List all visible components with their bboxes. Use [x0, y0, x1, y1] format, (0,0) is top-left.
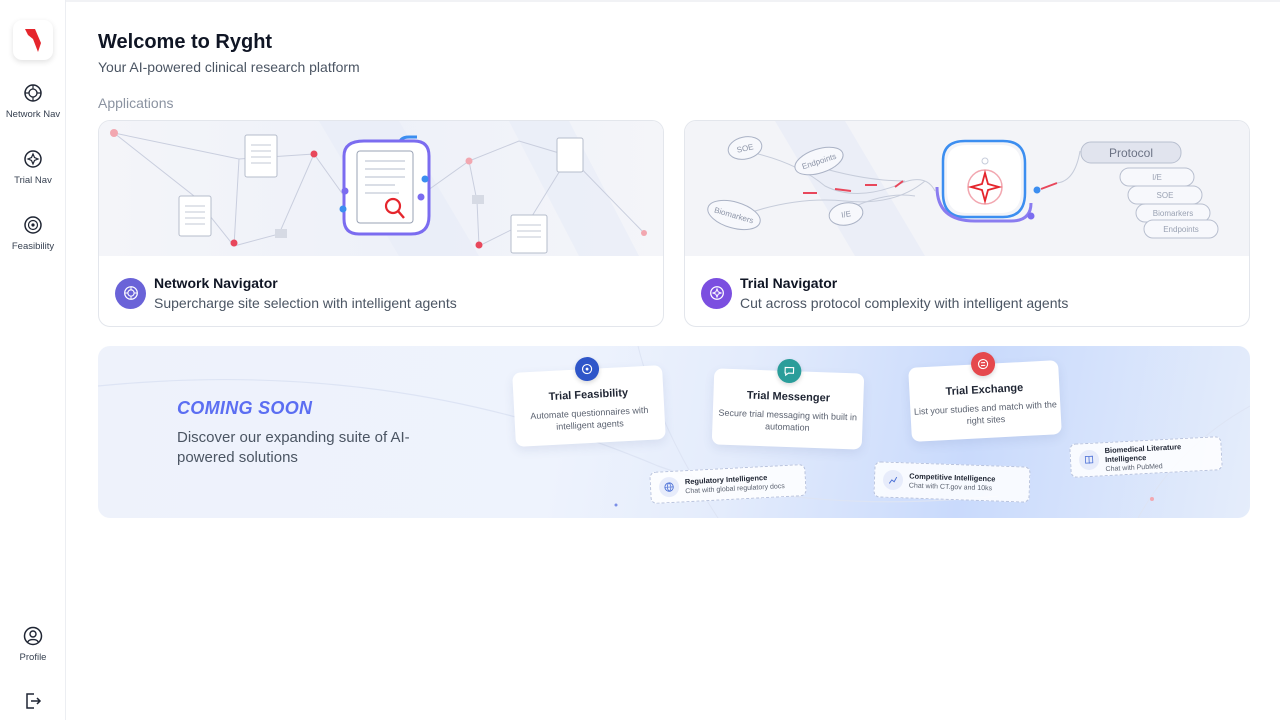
trial-navigator-badge-icon	[701, 277, 732, 309]
network-nav-icon	[22, 82, 44, 104]
chart-icon	[882, 469, 904, 491]
feature-card-trial-feasibility: Trial Feasibility Automate questionnaire…	[512, 356, 666, 447]
trial-navigator-card[interactable]: SOE Endpoints Biomarkers I/E Protocol I/…	[684, 120, 1250, 327]
sidebar-item-label: Trial Nav	[14, 175, 52, 186]
sidebar: Network Nav Trial Nav Feasibility Profil…	[0, 0, 66, 720]
mini-feature-competitive-intelligence: Competitive Intelligence Chat with CT.go…	[873, 461, 1031, 503]
protocol-item: Biomarkers	[1153, 209, 1193, 218]
feature-description: List your studies and match with the rig…	[913, 399, 1058, 426]
protocol-item: SOE	[1157, 191, 1174, 200]
page-subtitle: Your AI-powered clinical research platfo…	[98, 59, 360, 75]
sidebar-item-feasibility[interactable]: Feasibility	[0, 214, 66, 252]
coming-soon-banner: COMING SOON Discover our expanding suite…	[98, 346, 1250, 518]
coming-soon-heading: COMING SOON	[177, 398, 313, 418]
feature-name: Trial Exchange	[945, 381, 1024, 399]
feasibility-icon	[22, 214, 44, 236]
app-card-description: Supercharge site selection with intellig…	[154, 295, 457, 311]
messenger-feature-icon	[776, 358, 802, 384]
page-title: Welcome to Ryght	[98, 31, 273, 53]
network-navigator-badge-icon	[115, 277, 146, 309]
profile-icon	[22, 625, 44, 647]
feature-card-trial-exchange: Trial Exchange List your studies and mat…	[908, 351, 1062, 442]
ryght-logo-icon	[25, 29, 41, 52]
app-card-title: Trial Navigator	[740, 275, 838, 291]
feature-name: Trial Messenger	[746, 389, 831, 405]
bubble-ie: I/E	[840, 209, 851, 220]
sidebar-item-network-nav[interactable]: Network Nav	[0, 82, 66, 120]
sidebar-item-label: Network Nav	[5, 109, 61, 120]
trial-navigator-illustration: SOE Endpoints Biomarkers I/E Protocol I/…	[685, 121, 1249, 256]
sidebar-item-trial-nav[interactable]: Trial Nav	[0, 148, 66, 186]
exchange-feature-icon	[970, 351, 996, 377]
app-card-title: Network Navigator	[154, 275, 278, 291]
feasibility-feature-icon	[574, 356, 600, 382]
protocol-label: Protocol	[1109, 146, 1153, 160]
sidebar-item-label: Profile	[19, 652, 47, 663]
trial-nav-icon	[22, 148, 44, 170]
feature-description: Automate questionnaires with intelligent…	[530, 404, 649, 432]
top-divider	[66, 0, 1280, 2]
sidebar-item-profile[interactable]: Profile	[0, 625, 66, 663]
sidebar-item-label: Feasibility	[11, 241, 55, 252]
app-card-description: Cut across protocol complexity with inte…	[740, 295, 1069, 311]
mini-feature-name: Competitive Intelligence	[909, 471, 996, 484]
applications-section-label: Applications	[98, 95, 174, 111]
logout-icon	[22, 690, 44, 712]
network-navigator-card[interactable]: Network Navigator Supercharge site selec…	[98, 120, 664, 327]
coming-soon-description: Discover our expanding suite of AI-power…	[177, 429, 410, 466]
protocol-item: Endpoints	[1163, 225, 1199, 234]
feature-card-trial-messenger: Trial Messenger Secure trial messaging w…	[711, 358, 865, 450]
book-icon	[1078, 449, 1100, 471]
network-navigator-illustration	[99, 121, 663, 256]
ryght-logo[interactable]	[13, 20, 53, 60]
protocol-item: I/E	[1152, 173, 1162, 182]
mini-feature-description: Chat with CT.gov and 10ks	[908, 482, 993, 493]
feature-description: Secure trial messaging with built in aut…	[718, 407, 858, 433]
logout-button[interactable]	[0, 690, 66, 712]
feature-name: Trial Feasibility	[548, 386, 629, 404]
globe-icon	[658, 476, 680, 498]
